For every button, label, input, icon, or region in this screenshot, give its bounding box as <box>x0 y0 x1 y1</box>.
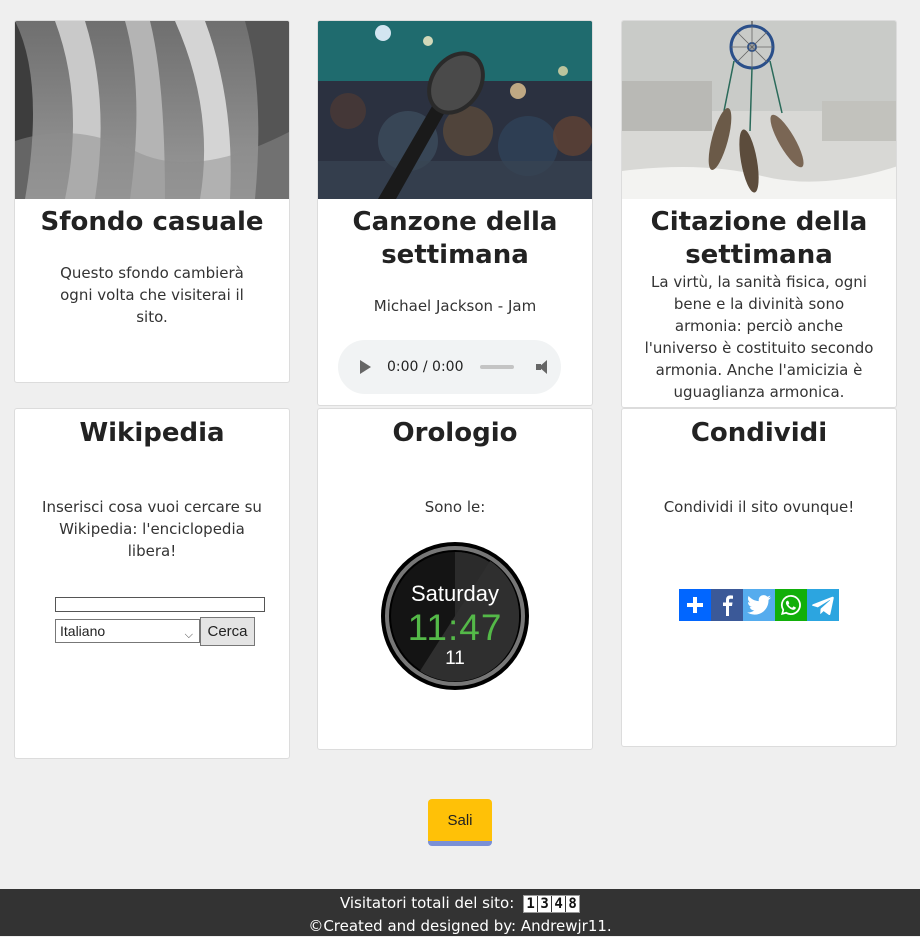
card-title: Orologio <box>392 418 518 448</box>
whatsapp-icon <box>781 595 801 615</box>
share-plus-button[interactable] <box>679 589 711 621</box>
card-text: Condividi il sito ovunque! <box>663 498 855 516</box>
visitor-digit: 8 <box>568 895 577 912</box>
wikipedia-search-input[interactable] <box>55 597 265 612</box>
card-sfondo: Sfondo casuale Questo sfondo cambierà og… <box>14 20 290 383</box>
share-twitter-button[interactable] <box>743 589 775 621</box>
card-title: Sfondo casuale <box>40 207 264 237</box>
visitor-digit: 1 <box>524 895 539 912</box>
telegram-icon <box>812 596 834 615</box>
card-wikipedia: Wikipedia Inserisci cosa vuoi cercare su… <box>14 408 290 759</box>
play-icon[interactable] <box>360 360 371 374</box>
audio-time: 0:00 / 0:00 <box>387 359 464 375</box>
twitter-icon <box>747 595 771 615</box>
visitor-digit: 3 <box>538 895 553 912</box>
share-buttons <box>679 589 839 621</box>
visitor-counter: Visitatori totali del sito: 1 3 4 8 <box>0 892 920 914</box>
scroll-up-button[interactable]: Sali <box>428 799 492 846</box>
language-select[interactable]: Italiano ⌵ <box>55 619 200 643</box>
plus-icon <box>687 597 703 613</box>
card-canzone: Canzone della settimana Michael Jackson … <box>317 20 593 406</box>
card-citazione: Citazione della settimana La virtù, la s… <box>621 20 897 408</box>
card-title: Citazione della settimana <box>650 207 868 270</box>
audio-progress-slider[interactable] <box>479 365 514 369</box>
clock-widget: Saturday 11:47 11 <box>380 541 530 691</box>
clock-day: Saturday <box>410 581 500 606</box>
share-facebook-button[interactable] <box>711 589 743 621</box>
footer: Visitatori totali del sito: 1 3 4 8 ©Cre… <box>0 889 920 936</box>
card-text: Sono le: <box>424 498 486 516</box>
clock-time: 11:47 <box>407 607 503 648</box>
language-selected: Italiano <box>60 623 106 639</box>
visitor-digit: 4 <box>552 895 567 912</box>
share-telegram-button[interactable] <box>807 589 839 621</box>
chevron-down-icon: ⌵ <box>184 629 193 641</box>
clock-date: 11 <box>445 648 465 669</box>
card-text: Questo sfondo cambierà ogni volta che vi… <box>60 264 244 326</box>
share-whatsapp-button[interactable] <box>775 589 807 621</box>
card-text: Inserisci cosa vuoi cercare su Wikipedia… <box>42 498 262 560</box>
card-orologio: Orologio Sono le: Saturday 11:47 11 <box>317 408 593 750</box>
card-condividi: Condividi Condividi il sito ovunque! <box>621 408 897 747</box>
card-title: Condividi <box>690 418 828 448</box>
dreamcatcher-image <box>622 21 896 199</box>
visitors-label: Visitatori totali del sito: <box>339 894 515 912</box>
visitor-count: 1 3 4 8 <box>523 894 581 913</box>
audio-player[interactable]: 0:00 / 0:00 <box>338 340 561 394</box>
volume-icon[interactable] <box>535 360 550 374</box>
card-title: Wikipedia <box>79 418 225 448</box>
search-button[interactable]: Cerca <box>200 617 255 646</box>
card-title: Canzone della settimana <box>352 207 558 270</box>
microphone-image <box>318 21 592 199</box>
quote-text: La virtù, la sanità fisica, ogni bene e … <box>644 273 874 407</box>
facebook-icon <box>723 595 733 616</box>
waterfall-image <box>15 21 289 199</box>
song-name: Michael Jackson - Jam <box>373 297 537 315</box>
credits: ©Created and designed by: Andrewjr11. <box>308 917 612 935</box>
